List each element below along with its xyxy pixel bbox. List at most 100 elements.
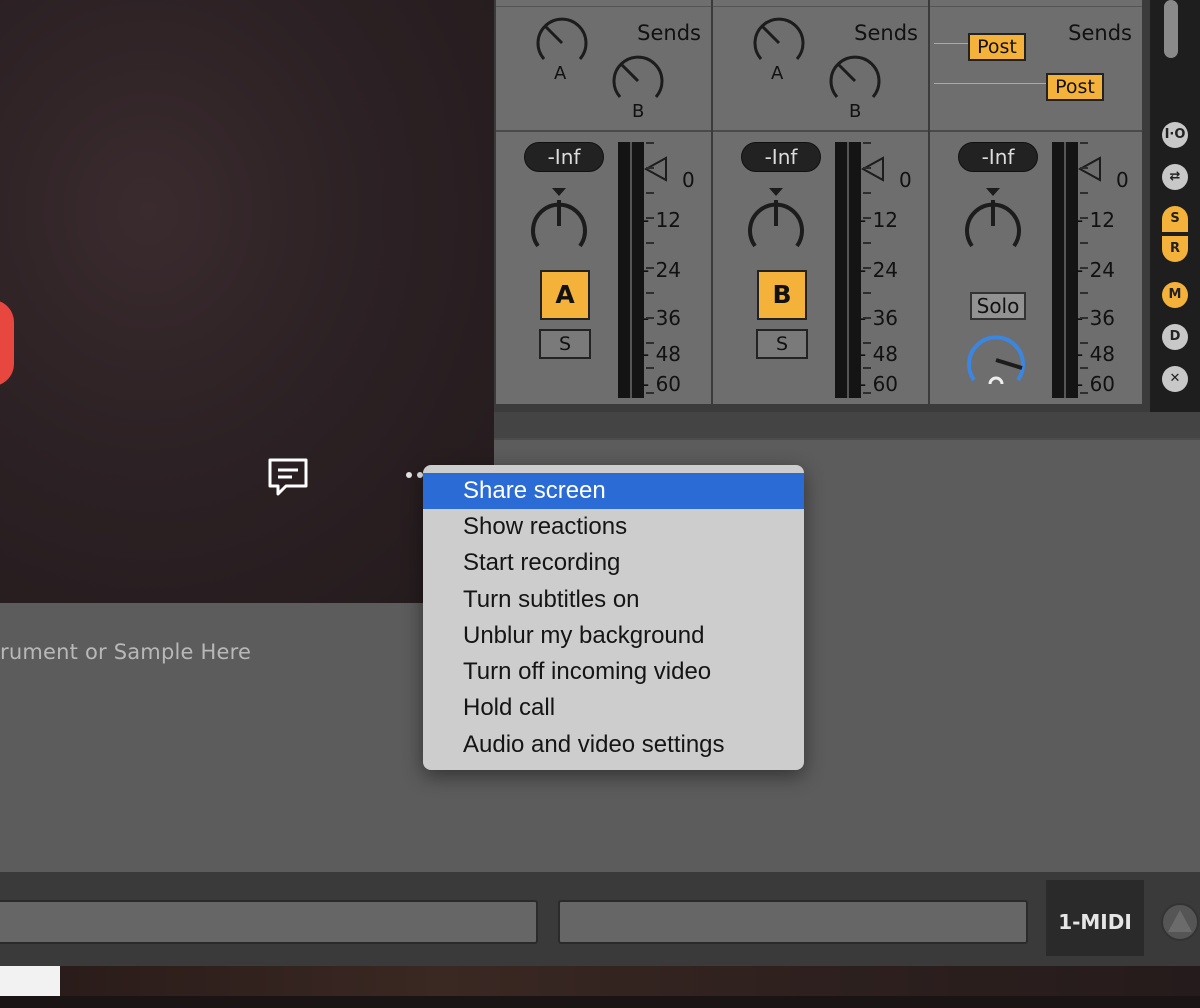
- menu-item-show-reactions[interactable]: Show reactions: [423, 509, 804, 545]
- menu-item-share-screen[interactable]: Share screen: [423, 473, 804, 509]
- meter-tick: [1080, 142, 1088, 144]
- meter-tick: [1080, 317, 1088, 319]
- screen: Sends A B -Inf A S 0 - 12 - 24 36 - 48 -…: [0, 0, 1200, 1008]
- meter-tick: [646, 217, 654, 219]
- volume-readout[interactable]: -Inf: [524, 142, 604, 172]
- sends-title: Sends: [854, 21, 918, 45]
- sends-section: Sends A B: [496, 6, 711, 126]
- meter-tick: [863, 142, 871, 144]
- meter-tick: [646, 317, 654, 319]
- meter-tick: [646, 392, 654, 394]
- pan-knob[interactable]: [743, 184, 809, 256]
- meter-tick: [646, 242, 654, 244]
- return-toggle-button[interactable]: R: [1162, 236, 1188, 262]
- solo-toggle-button[interactable]: S: [1162, 206, 1188, 232]
- mixer-track-master: Sends Post Post -Inf Solo 0 - 12 - 24 36…: [930, 0, 1142, 404]
- meter-tick: [646, 192, 654, 194]
- mix-section: -Inf B S 0 - 12 - 24 - 36 - 48 - 60: [713, 130, 928, 404]
- dock-background: [60, 966, 1200, 996]
- menu-item-turn-subtitles-on[interactable]: Turn subtitles on: [423, 582, 804, 618]
- meter-tick: [1080, 242, 1088, 244]
- pan-knob[interactable]: [960, 184, 1026, 256]
- mixer-track-2: Sends A B -Inf B S 0 - 12 - 24 36 - 48 -…: [713, 0, 928, 404]
- send-b-label: B: [632, 101, 645, 122]
- send-a-label: A: [771, 63, 784, 84]
- crossfade-b-button[interactable]: B: [757, 270, 807, 320]
- menu-item-audio-video-settings[interactable]: Audio and video settings: [423, 727, 804, 763]
- meter-tick: [863, 367, 871, 369]
- clip-slot[interactable]: [0, 900, 538, 944]
- volume-readout[interactable]: -Inf: [958, 142, 1038, 172]
- sends-section: Sends Post Post: [930, 6, 1142, 126]
- menu-item-hold-call[interactable]: Hold call: [423, 690, 804, 726]
- video-call-panel: [0, 0, 494, 603]
- meter-tick: [1080, 292, 1088, 294]
- meter-tick: [863, 317, 871, 319]
- chat-icon[interactable]: [266, 456, 310, 500]
- meter-tick: [863, 267, 871, 269]
- meter-tick: [646, 292, 654, 294]
- post-a-button[interactable]: Post: [968, 33, 1026, 61]
- meter-tick: [646, 267, 654, 269]
- level-meter: [835, 142, 861, 398]
- more-options-icon[interactable]: [404, 470, 424, 480]
- crossfader-toggle-button[interactable]: ✕: [1162, 366, 1188, 392]
- mixer-toggle-button[interactable]: M: [1162, 282, 1188, 308]
- mixer-panel: Sends A B -Inf A S 0 - 12 - 24 36 - 48 -…: [494, 0, 1200, 412]
- track-footer: 1-MIDI: [0, 872, 1200, 966]
- sends-title: Sends: [637, 21, 701, 45]
- io-toggle-button[interactable]: I·O: [1162, 122, 1188, 148]
- sends-section: Sends A B: [713, 6, 928, 126]
- device-drop-hint: rument or Sample Here: [0, 640, 252, 664]
- menu-item-turn-off-incoming-video[interactable]: Turn off incoming video: [423, 654, 804, 690]
- sends-toggle-button[interactable]: ⇄: [1162, 164, 1188, 190]
- cue-volume-knob[interactable]: [964, 328, 1028, 392]
- meter-tick: [646, 367, 654, 369]
- menu-item-unblur-background[interactable]: Unblur my background: [423, 618, 804, 654]
- meter-tick: [646, 142, 654, 144]
- pan-knob[interactable]: [526, 184, 592, 256]
- meter-ticks: [1076, 142, 1090, 398]
- meter-tick: [863, 292, 871, 294]
- send-a-label: A: [554, 63, 567, 84]
- meter-tick: [1080, 217, 1088, 219]
- mix-section: -Inf A S 0 - 12 - 24 - 36 - 48 - 60: [496, 130, 711, 404]
- device-divider: [494, 412, 1200, 438]
- vertical-scrollbar[interactable]: [1164, 0, 1178, 58]
- meter-tick: [646, 342, 654, 344]
- level-meter: [1052, 142, 1078, 398]
- solo-button[interactable]: S: [756, 329, 808, 359]
- meter-tick: [863, 167, 871, 169]
- delay-toggle-button[interactable]: D: [1162, 324, 1188, 350]
- meter-ticks: [859, 142, 873, 398]
- mixer-track-1: Sends A B -Inf A S 0 - 12 - 24 36 - 48 -…: [496, 0, 711, 404]
- send-b-label: B: [849, 101, 862, 122]
- level-meter: [618, 142, 644, 398]
- meter-tick: [1080, 367, 1088, 369]
- meter-tick: [1080, 192, 1088, 194]
- meter-tick: [863, 217, 871, 219]
- dock-strip: [0, 966, 1200, 1008]
- meter-tick: [1080, 342, 1088, 344]
- post-b-button[interactable]: Post: [1046, 73, 1104, 101]
- meter-tick: [646, 167, 654, 169]
- menu-item-start-recording[interactable]: Start recording: [423, 545, 804, 581]
- crossfade-a-button[interactable]: A: [540, 270, 590, 320]
- mixer-side-toolbar: I·O ⇄ S R M D ✕: [1150, 0, 1200, 412]
- meter-tick: [1080, 267, 1088, 269]
- solo-button[interactable]: Solo: [970, 292, 1026, 320]
- meter-tick: [863, 392, 871, 394]
- clip-slot[interactable]: [558, 900, 1028, 944]
- end-call-button[interactable]: [0, 300, 14, 386]
- meter-ticks: [642, 142, 656, 398]
- track-name-label[interactable]: 1-MIDI: [1046, 880, 1144, 956]
- mix-section: -Inf Solo 0 - 12 - 24 -: [930, 130, 1142, 404]
- meter-tick: [863, 192, 871, 194]
- meter-tick: [1080, 392, 1088, 394]
- dock-tile: [0, 966, 60, 996]
- triangle-icon[interactable]: [1160, 902, 1200, 942]
- sends-title: Sends: [1068, 21, 1132, 45]
- volume-readout[interactable]: -Inf: [741, 142, 821, 172]
- more-options-menu: Share screen Show reactions Start record…: [423, 465, 804, 770]
- solo-button[interactable]: S: [539, 329, 591, 359]
